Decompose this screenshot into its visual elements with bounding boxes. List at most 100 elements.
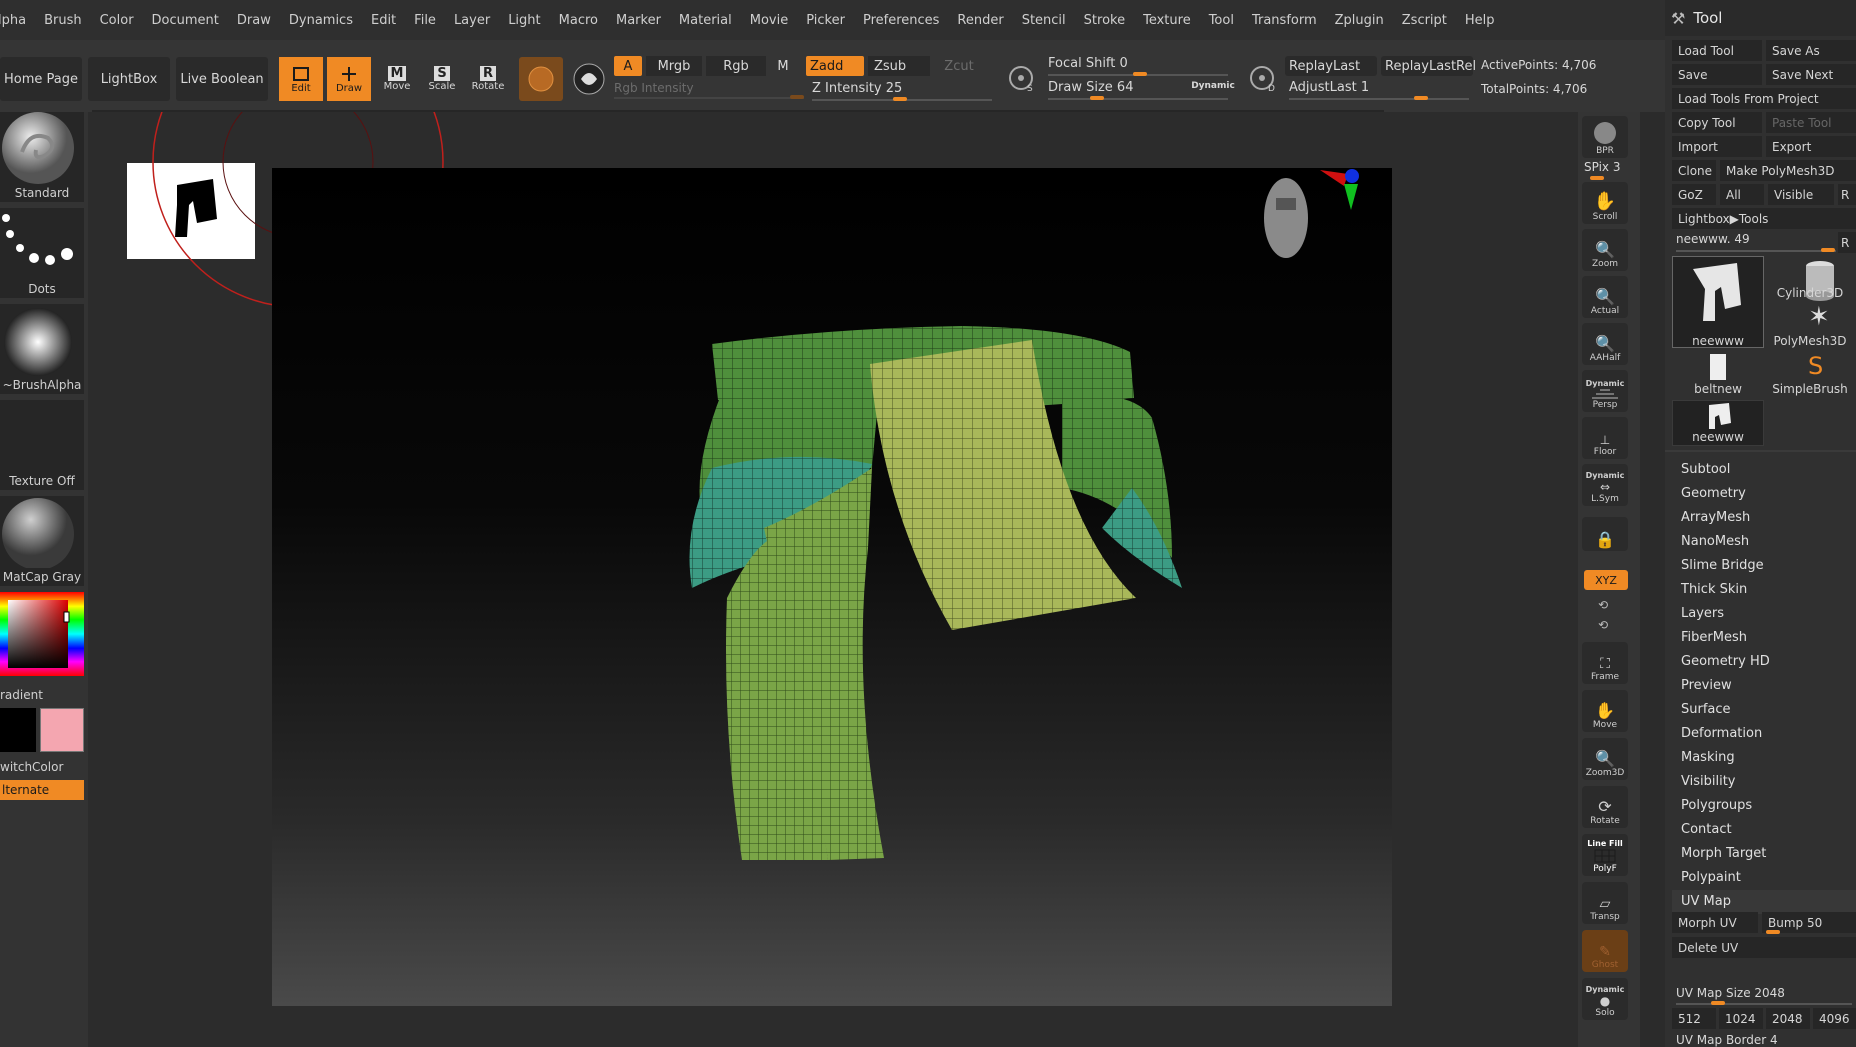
switch-color-label[interactable]: witchColor (0, 760, 84, 774)
rotate-button[interactable]: R Rotate (466, 57, 510, 101)
edit-button[interactable]: Edit (279, 57, 323, 101)
home-page-button[interactable]: Home Page (0, 57, 82, 101)
spix-slider[interactable]: SPix 3 (1584, 160, 1621, 174)
lsym-button[interactable]: Dynamic ⇔ L.Sym (1582, 464, 1628, 506)
goz-button[interactable]: GoZ (1672, 184, 1716, 205)
uv-size-512-button[interactable]: 512 (1672, 1008, 1716, 1029)
visibility-section[interactable]: Visibility (1681, 774, 1735, 789)
zoom3d-button[interactable]: 🔍 Zoom3D (1582, 738, 1628, 780)
slime-bridge-section[interactable]: Slime Bridge (1681, 558, 1764, 573)
menu-material[interactable]: Material (679, 13, 732, 28)
aahalf-button[interactable]: 🔍 AAHalf (1582, 323, 1628, 365)
material-button[interactable] (519, 57, 563, 101)
viewport-canvas[interactable] (272, 168, 1392, 1006)
menu-lpha[interactable]: lpha (0, 13, 26, 28)
live-boolean-button[interactable]: Live Boolean (176, 57, 268, 101)
delete-uv-button[interactable]: Delete UV (1672, 937, 1856, 958)
material-tile[interactable]: MatCap Gray (0, 496, 84, 586)
save-next-button[interactable]: Save Next (1766, 64, 1856, 85)
deformation-section[interactable]: Deformation (1681, 726, 1762, 741)
transp-button[interactable]: ▱ Transp (1582, 882, 1628, 924)
persp-button[interactable]: Dynamic Persp (1582, 370, 1628, 412)
goz-all-button[interactable]: All (1720, 184, 1764, 205)
uv-size-2048-button[interactable]: 2048 (1766, 1008, 1810, 1029)
xyz-toggle[interactable]: XYZ (1584, 570, 1628, 590)
nanomesh-section[interactable]: NanoMesh (1681, 534, 1749, 549)
texture-tile[interactable]: Texture Off (0, 400, 84, 490)
uv-map-border-slider[interactable]: UV Map Border 4 (1676, 1033, 1856, 1047)
menu-tool[interactable]: Tool (1209, 13, 1234, 28)
make-polymesh-button[interactable]: Make PolyMesh3D (1720, 160, 1856, 181)
export-button[interactable]: Export (1766, 136, 1856, 157)
menu-color[interactable]: Color (100, 13, 134, 28)
rotate-z-icon[interactable]: ⟲ (1598, 618, 1608, 632)
menu-light[interactable]: Light (508, 13, 540, 28)
a-toggle[interactable]: A (614, 56, 642, 76)
polypaint-section[interactable]: Polypaint (1681, 870, 1741, 885)
goz-visible-button[interactable]: Visible (1768, 184, 1834, 205)
rotate-y-icon[interactable]: ⟲ (1598, 598, 1608, 612)
mrgb-toggle[interactable]: Mrgb (646, 56, 702, 76)
actual-button[interactable]: 🔍 Actual (1582, 276, 1628, 318)
current-tool-slider[interactable]: neewww. 49 (1676, 232, 1836, 246)
ghost-button[interactable]: ✎ Ghost (1582, 930, 1628, 972)
menu-stencil[interactable]: Stencil (1022, 13, 1066, 28)
contact-section[interactable]: Contact (1681, 822, 1732, 837)
stroke-dots-tile[interactable]: Dots (0, 208, 84, 298)
lock-button[interactable]: 🔒 (1582, 517, 1628, 551)
frame-button[interactable]: ⛶ Frame (1582, 642, 1628, 684)
thick-skin-section[interactable]: Thick Skin (1681, 582, 1747, 597)
lightbox-tools-button[interactable]: Lightbox▶Tools (1672, 208, 1856, 229)
rgb-toggle[interactable]: Rgb (706, 56, 766, 76)
load-tool-button[interactable]: Load Tool (1672, 40, 1762, 61)
draw-button[interactable]: Draw (327, 57, 371, 101)
focal-shift-icon-button[interactable]: S (1003, 60, 1039, 96)
menu-brush[interactable]: Brush (44, 13, 82, 28)
alternate-button[interactable]: lternate (0, 780, 84, 800)
menu-dynamics[interactable]: Dynamics (289, 13, 353, 28)
menu-help[interactable]: Help (1465, 13, 1495, 28)
floor-button[interactable]: ⊥ Floor (1582, 417, 1628, 459)
zoom-button[interactable]: 🔍 Zoom (1582, 229, 1628, 271)
move-view-button[interactable]: ✋ Move (1582, 690, 1628, 732)
menu-transform[interactable]: Transform (1252, 13, 1317, 28)
polygroups-section[interactable]: Polygroups (1681, 798, 1752, 813)
preview-section[interactable]: Preview (1681, 678, 1732, 693)
paste-tool-button[interactable]: Paste Tool (1766, 112, 1856, 133)
geometry-hd-section[interactable]: Geometry HD (1681, 654, 1770, 669)
adjust-last-slider[interactable]: AdjustLast 1 (1289, 78, 1469, 96)
rotate-view-button[interactable]: ⟳ Rotate (1582, 786, 1628, 828)
uv-size-1024-button[interactable]: 1024 (1719, 1008, 1763, 1029)
uv-map-section[interactable]: UV Map (1681, 894, 1731, 909)
secondary-color-swatch[interactable] (40, 708, 84, 752)
primary-color-swatch[interactable] (0, 708, 36, 752)
menu-file[interactable]: File (414, 13, 436, 28)
uv-size-4096-button[interactable]: 4096 (1813, 1008, 1856, 1029)
alpha-tile[interactable]: ~BrushAlpha (0, 304, 84, 394)
menu-edit[interactable]: Edit (371, 13, 396, 28)
orientation-head-gizmo[interactable] (1248, 166, 1378, 276)
import-button[interactable]: Import (1672, 136, 1762, 157)
menu-preferences[interactable]: Preferences (863, 13, 939, 28)
load-tools-from-project-button[interactable]: Load Tools From Project (1672, 88, 1856, 109)
morph-uv-button[interactable]: Morph UV (1672, 912, 1758, 933)
menu-zscript[interactable]: Zscript (1402, 13, 1447, 28)
focal-shift-slider[interactable]: Focal Shift 0 (1048, 54, 1228, 72)
arraymesh-section[interactable]: ArrayMesh (1681, 510, 1750, 525)
bpr-button[interactable]: BPR (1582, 116, 1628, 158)
menu-zplugin[interactable]: Zplugin (1335, 13, 1384, 28)
zcut-toggle[interactable]: Zcut (934, 56, 984, 76)
menu-movie[interactable]: Movie (750, 13, 788, 28)
texture-button[interactable] (567, 57, 611, 101)
replay-last-button[interactable]: ReplayLast (1285, 56, 1377, 76)
menu-document[interactable]: Document (152, 13, 219, 28)
solo-button[interactable]: Dynamic ● Solo (1582, 978, 1628, 1020)
draw-size-slider[interactable]: Draw Size 64 (1048, 78, 1178, 96)
uv-map-size-slider[interactable]: UV Map Size 2048 (1676, 986, 1856, 1000)
menu-texture[interactable]: Texture (1143, 13, 1191, 28)
menu-stroke[interactable]: Stroke (1084, 13, 1125, 28)
zadd-toggle[interactable]: Zadd (806, 56, 864, 76)
morph-target-section[interactable]: Morph Target (1681, 846, 1766, 861)
layers-section[interactable]: Layers (1681, 606, 1724, 621)
m-toggle[interactable]: M (770, 56, 796, 76)
